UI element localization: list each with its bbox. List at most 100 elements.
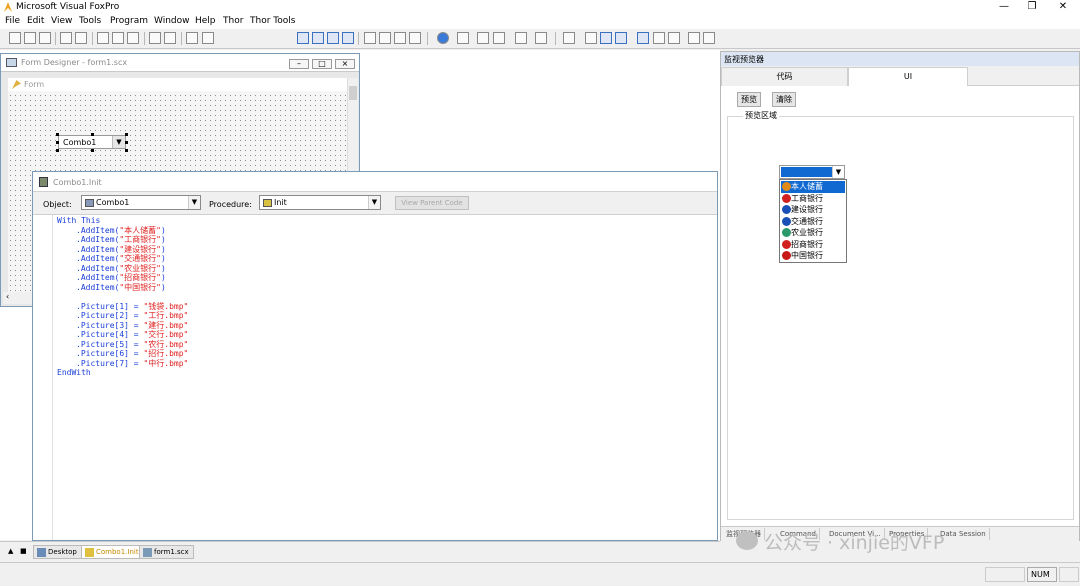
tab-ui[interactable]: UI bbox=[848, 67, 968, 86]
minimize-icon[interactable]: – bbox=[289, 59, 309, 69]
properties-icon[interactable] bbox=[379, 32, 391, 44]
brush-icon[interactable] bbox=[457, 32, 469, 44]
form-fox-icon bbox=[12, 80, 21, 89]
print-preview-icon[interactable] bbox=[75, 32, 87, 44]
selection-handle[interactable] bbox=[91, 133, 94, 136]
window-tab-desktop[interactable]: Desktop bbox=[33, 545, 82, 559]
scroll-thumb[interactable] bbox=[349, 86, 357, 100]
combo1-control[interactable]: Combo1 ▼ bbox=[58, 135, 126, 149]
menu-tools[interactable]: Tools bbox=[79, 16, 101, 26]
selection-handle[interactable] bbox=[125, 133, 128, 136]
window-icon[interactable] bbox=[515, 32, 527, 44]
code-token: ) bbox=[161, 235, 166, 244]
menu-file[interactable]: File bbox=[5, 16, 20, 26]
close-icon[interactable]: × bbox=[335, 59, 355, 69]
redo-icon[interactable] bbox=[164, 32, 176, 44]
preview-button[interactable]: 预览 bbox=[737, 92, 761, 107]
list-item[interactable]: 工商银行 bbox=[781, 193, 845, 205]
bottom-tab-data-session[interactable]: Data Session bbox=[937, 528, 990, 540]
save-icon[interactable] bbox=[39, 32, 51, 44]
form-designer-titlebar[interactable]: Form Designer - form1.scx – □ × bbox=[1, 54, 359, 72]
list-item[interactable]: 本人储蓄 bbox=[781, 181, 845, 193]
menu-window[interactable]: Window bbox=[154, 16, 190, 26]
wrench-icon[interactable] bbox=[637, 32, 649, 44]
tree-icon[interactable] bbox=[563, 32, 575, 44]
form-designer-icon[interactable] bbox=[297, 32, 309, 44]
data-env-icon[interactable] bbox=[364, 32, 376, 44]
debug-icon[interactable] bbox=[437, 32, 449, 44]
minimize-icon[interactable]: — bbox=[993, 1, 1015, 13]
menu-thor[interactable]: Thor bbox=[223, 16, 243, 26]
procedure-select[interactable]: Init ▼ bbox=[259, 195, 381, 210]
clear-button[interactable]: 清除 bbox=[772, 92, 796, 107]
code-token: ) bbox=[161, 254, 166, 263]
list-item[interactable]: 招商银行 bbox=[781, 239, 845, 251]
list-item-label: 农业银行 bbox=[791, 228, 823, 237]
open-folder-icon[interactable] bbox=[24, 32, 36, 44]
list-item[interactable]: 建设银行 bbox=[781, 204, 845, 216]
ccb-icon bbox=[782, 205, 791, 214]
restore-icon[interactable]: ❐ bbox=[1021, 1, 1043, 13]
list-item-label: 建设银行 bbox=[791, 205, 823, 214]
settings-icon[interactable] bbox=[703, 32, 715, 44]
preview-combo[interactable]: ▼ bbox=[779, 165, 845, 179]
list-item[interactable]: 交通银行 bbox=[781, 216, 845, 228]
code-line: .AddItem("招商银行") bbox=[76, 273, 166, 283]
window-tab-form1[interactable]: form1.scx bbox=[139, 545, 194, 559]
new-file-icon[interactable] bbox=[9, 32, 21, 44]
selection-handle[interactable] bbox=[91, 149, 94, 152]
window-tab-combo1-init[interactable]: Combo1.Init bbox=[81, 545, 144, 559]
outdent-icon[interactable] bbox=[493, 32, 505, 44]
tab-code[interactable]: 代码 bbox=[721, 67, 848, 86]
code-token: .AddItem( bbox=[76, 282, 120, 292]
close-icon[interactable]: ✕ bbox=[1052, 1, 1074, 13]
copy-icon[interactable] bbox=[112, 32, 124, 44]
tab-scroll-left-icon[interactable]: ▲ bbox=[8, 547, 13, 555]
run-icon[interactable] bbox=[186, 32, 198, 44]
menu-view[interactable]: View bbox=[51, 16, 72, 26]
window-tab-label: Combo1.Init bbox=[96, 548, 139, 556]
puzzle-icon[interactable] bbox=[615, 32, 627, 44]
code-window-titlebar[interactable]: Combo1.Init bbox=[33, 172, 717, 192]
preview-body: 预览 清除 预览区域 ▼ 本人储蓄 工商银行 建设银行 交通银行 农业银行 招商银行 中国银… bbox=[721, 86, 1079, 526]
grid-icon[interactable] bbox=[600, 32, 612, 44]
paste-icon[interactable] bbox=[127, 32, 139, 44]
tab-menu-icon[interactable]: ■ bbox=[20, 547, 27, 555]
code-editor[interactable]: With This .AddItem("本人储蓄") .AddItem("工商银行"… bbox=[57, 216, 707, 536]
title-bar: Microsoft Visual FoxPro — ❐ ✕ bbox=[0, 0, 1080, 15]
class-browser-icon[interactable] bbox=[585, 32, 597, 44]
selection-handle[interactable] bbox=[125, 149, 128, 152]
list-item[interactable]: 农业银行 bbox=[781, 227, 845, 239]
cut-icon[interactable] bbox=[97, 32, 109, 44]
layout-icon[interactable] bbox=[327, 32, 339, 44]
modify-form-icon[interactable] bbox=[202, 32, 214, 44]
flag-icon[interactable] bbox=[668, 32, 680, 44]
menu-help[interactable]: Help bbox=[195, 16, 216, 26]
hammer-icon[interactable] bbox=[688, 32, 700, 44]
tools-icon[interactable] bbox=[409, 32, 421, 44]
code-window-icon[interactable] bbox=[342, 32, 354, 44]
print-icon[interactable] bbox=[60, 32, 72, 44]
gear-icon[interactable] bbox=[653, 32, 665, 44]
selection-handle[interactable] bbox=[56, 133, 59, 136]
menu-edit[interactable]: Edit bbox=[27, 16, 44, 26]
code-token: .AddItem( bbox=[76, 254, 120, 263]
object-select[interactable]: Combo1 ▼ bbox=[81, 195, 201, 210]
command-icon[interactable] bbox=[535, 32, 547, 44]
form-control-icon[interactable] bbox=[312, 32, 324, 44]
selection-handle[interactable] bbox=[56, 149, 59, 152]
horizontal-scrollbar[interactable]: ‹ bbox=[3, 292, 33, 304]
builder-icon[interactable] bbox=[394, 32, 406, 44]
undo-icon[interactable] bbox=[149, 32, 161, 44]
menu-program[interactable]: Program bbox=[110, 16, 148, 26]
code-string: "交行.bmp" bbox=[143, 330, 189, 339]
indent-icon[interactable] bbox=[477, 32, 489, 44]
view-parent-code-button[interactable]: View Parent Code bbox=[395, 196, 469, 210]
selection-handle[interactable] bbox=[56, 141, 59, 144]
menu-thor-tools[interactable]: Thor Tools bbox=[250, 16, 295, 26]
preview-titlebar[interactable]: 监视预览器 bbox=[721, 52, 1079, 66]
selection-handle[interactable] bbox=[125, 141, 128, 144]
list-item[interactable]: 中国银行 bbox=[781, 250, 845, 262]
restore-icon[interactable]: □ bbox=[312, 59, 332, 69]
chevron-left-icon[interactable]: ‹ bbox=[6, 292, 9, 301]
